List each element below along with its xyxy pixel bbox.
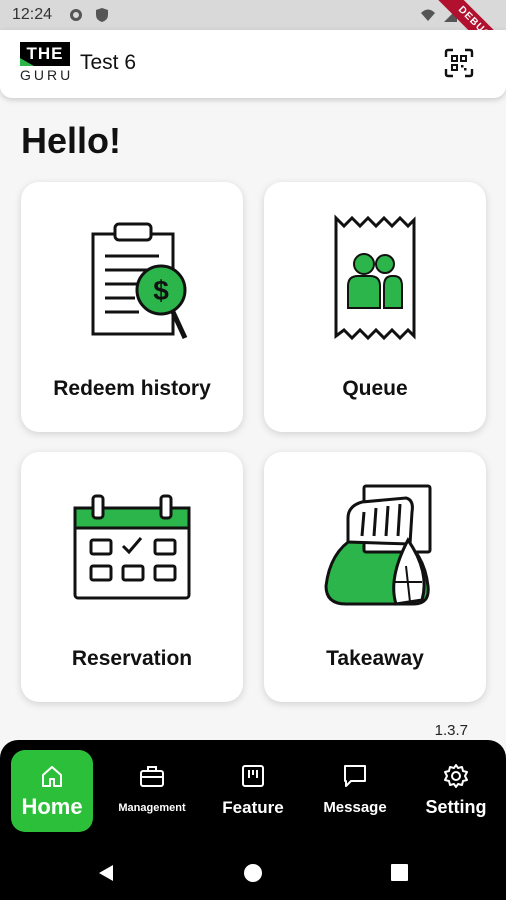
bottom-navigation: Home Management Feature Message Setting: [0, 740, 506, 845]
system-navigation-bar: [0, 845, 506, 900]
nav-feature-label: Feature: [222, 798, 284, 817]
feature-icon: [242, 765, 264, 787]
status-time: 12:24: [12, 6, 53, 23]
qr-scan-icon[interactable]: [444, 48, 474, 78]
nav-management[interactable]: Management: [112, 750, 192, 832]
wifi-icon: [421, 9, 435, 21]
svg-text:$: $: [153, 275, 169, 306]
takeaway-label: Takeaway: [326, 647, 424, 670]
redeem-history-label: Redeem history: [53, 377, 211, 400]
queue-card[interactable]: Queue: [264, 182, 486, 432]
app-bar: THE GURU Test 6: [0, 30, 506, 98]
redeem-history-card[interactable]: $ Redeem history: [21, 182, 243, 432]
logo-top-text: THE: [20, 42, 70, 66]
nav-setting-label: Setting: [425, 797, 487, 817]
status-bar: 12:24 DEBUG: [0, 0, 506, 72]
back-icon[interactable]: [96, 863, 116, 883]
logo-bottom-text: GURU: [20, 67, 74, 83]
shield-status-icon: [96, 8, 108, 22]
nav-setting[interactable]: Setting: [415, 750, 497, 832]
takeaway-bag-icon: [324, 484, 432, 606]
clipboard-dollar-icon: $: [91, 222, 188, 340]
reservation-label: Reservation: [71, 647, 193, 670]
app-version: 1.3.7: [434, 722, 468, 739]
app-title: Test 6: [80, 51, 137, 74]
recents-icon[interactable]: [390, 863, 409, 882]
settings-status-icon: [70, 9, 82, 21]
briefcase-icon: [140, 766, 164, 787]
reservation-card[interactable]: Reservation: [21, 452, 243, 702]
queue-label: Queue: [342, 377, 408, 400]
queue-ticket-icon: [334, 214, 416, 341]
message-icon: [344, 765, 366, 787]
takeaway-card[interactable]: Takeaway: [264, 452, 486, 702]
home-icon: [42, 766, 62, 787]
home-system-icon[interactable]: [243, 863, 263, 883]
nav-home-label: Home: [21, 794, 83, 819]
greeting-heading: Hello!: [21, 120, 122, 161]
nav-home[interactable]: Home: [11, 750, 93, 832]
app-logo: THE GURU: [20, 42, 70, 86]
nav-management-label: Management: [118, 802, 186, 814]
nav-message-label: Message: [323, 799, 387, 816]
gear-icon: [444, 764, 468, 788]
nav-feature[interactable]: Feature: [213, 750, 293, 832]
nav-message[interactable]: Message: [314, 750, 396, 832]
calendar-icon: [73, 494, 191, 600]
